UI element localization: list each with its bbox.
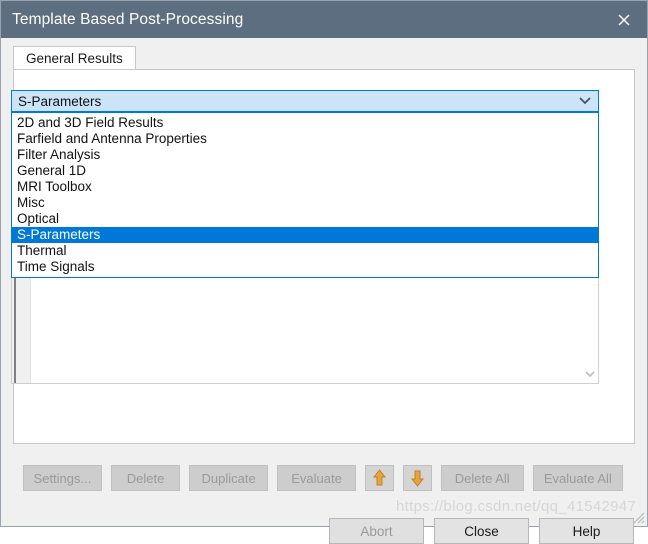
move-up-button[interactable] [365, 465, 394, 491]
move-down-button[interactable] [402, 465, 432, 491]
arrow-up-icon [373, 469, 386, 486]
tab-general-results[interactable]: General Results [13, 46, 136, 70]
dropdown-option[interactable]: 2D and 3D Field Results [12, 115, 598, 131]
delete-all-button[interactable]: Delete All [440, 465, 524, 491]
dialog-button-bar: Abort Close Help [329, 518, 635, 544]
settings-button[interactable]: Settings... [23, 465, 102, 491]
dialog-window: Template Based Post-Processing General R… [0, 0, 648, 544]
delete-button[interactable]: Delete [110, 465, 181, 491]
evaluate-button[interactable]: Evaluate [277, 465, 356, 491]
evaluate-all-button[interactable]: Evaluate All [532, 465, 624, 491]
abort-button[interactable]: Abort [329, 518, 424, 544]
button-label: Evaluate [291, 470, 342, 486]
combobox-dropdown-list[interactable]: 2D and 3D Field Results Farfield and Ante… [11, 112, 599, 278]
button-label: Delete [126, 470, 165, 486]
client-area: General Results S-Parameters 2D and 3D F… [1, 38, 647, 544]
dropdown-option[interactable]: Farfield and Antenna Properties [12, 131, 598, 147]
arrow-down-icon [410, 470, 424, 487]
tab-label: General Results [26, 51, 123, 66]
combobox-selected-value: S-Parameters [18, 93, 102, 109]
help-button[interactable]: Help [539, 518, 634, 544]
dropdown-option[interactable]: Optical [12, 211, 598, 227]
close-icon [618, 14, 630, 25]
resize-grip-icon[interactable] [629, 508, 645, 524]
window-title: Template Based Post-Processing [12, 10, 244, 28]
button-label: Delete All [454, 470, 510, 486]
duplicate-button[interactable]: Duplicate [189, 465, 269, 491]
result-type-combobox[interactable]: S-Parameters [11, 90, 599, 112]
scroll-down-button[interactable] [581, 366, 598, 383]
title-bar: Template Based Post-Processing [1, 1, 647, 38]
dropdown-option[interactable]: Thermal [12, 243, 598, 259]
button-label: Settings... [33, 470, 92, 486]
dropdown-option[interactable]: General 1D [12, 163, 598, 179]
button-label: Duplicate [201, 470, 256, 486]
chevron-down-icon [584, 371, 595, 378]
dropdown-option[interactable]: Misc [12, 195, 598, 211]
button-label: Evaluate All [543, 470, 612, 486]
tab-strip: General Results [13, 46, 635, 70]
item-toolbar: Settings... Delete Duplicate Evaluate Delete… [23, 464, 624, 492]
close-dialog-button[interactable]: Close [434, 518, 529, 544]
chevron-down-icon [579, 97, 591, 105]
close-button[interactable] [601, 1, 647, 38]
dropdown-option[interactable]: S-Parameters [12, 227, 598, 243]
combobox-toggle[interactable] [572, 97, 598, 105]
dropdown-option[interactable]: Filter Analysis [12, 147, 598, 163]
dropdown-option[interactable]: Time Signals [12, 259, 598, 275]
dropdown-option[interactable]: MRI Toolbox [12, 179, 598, 195]
